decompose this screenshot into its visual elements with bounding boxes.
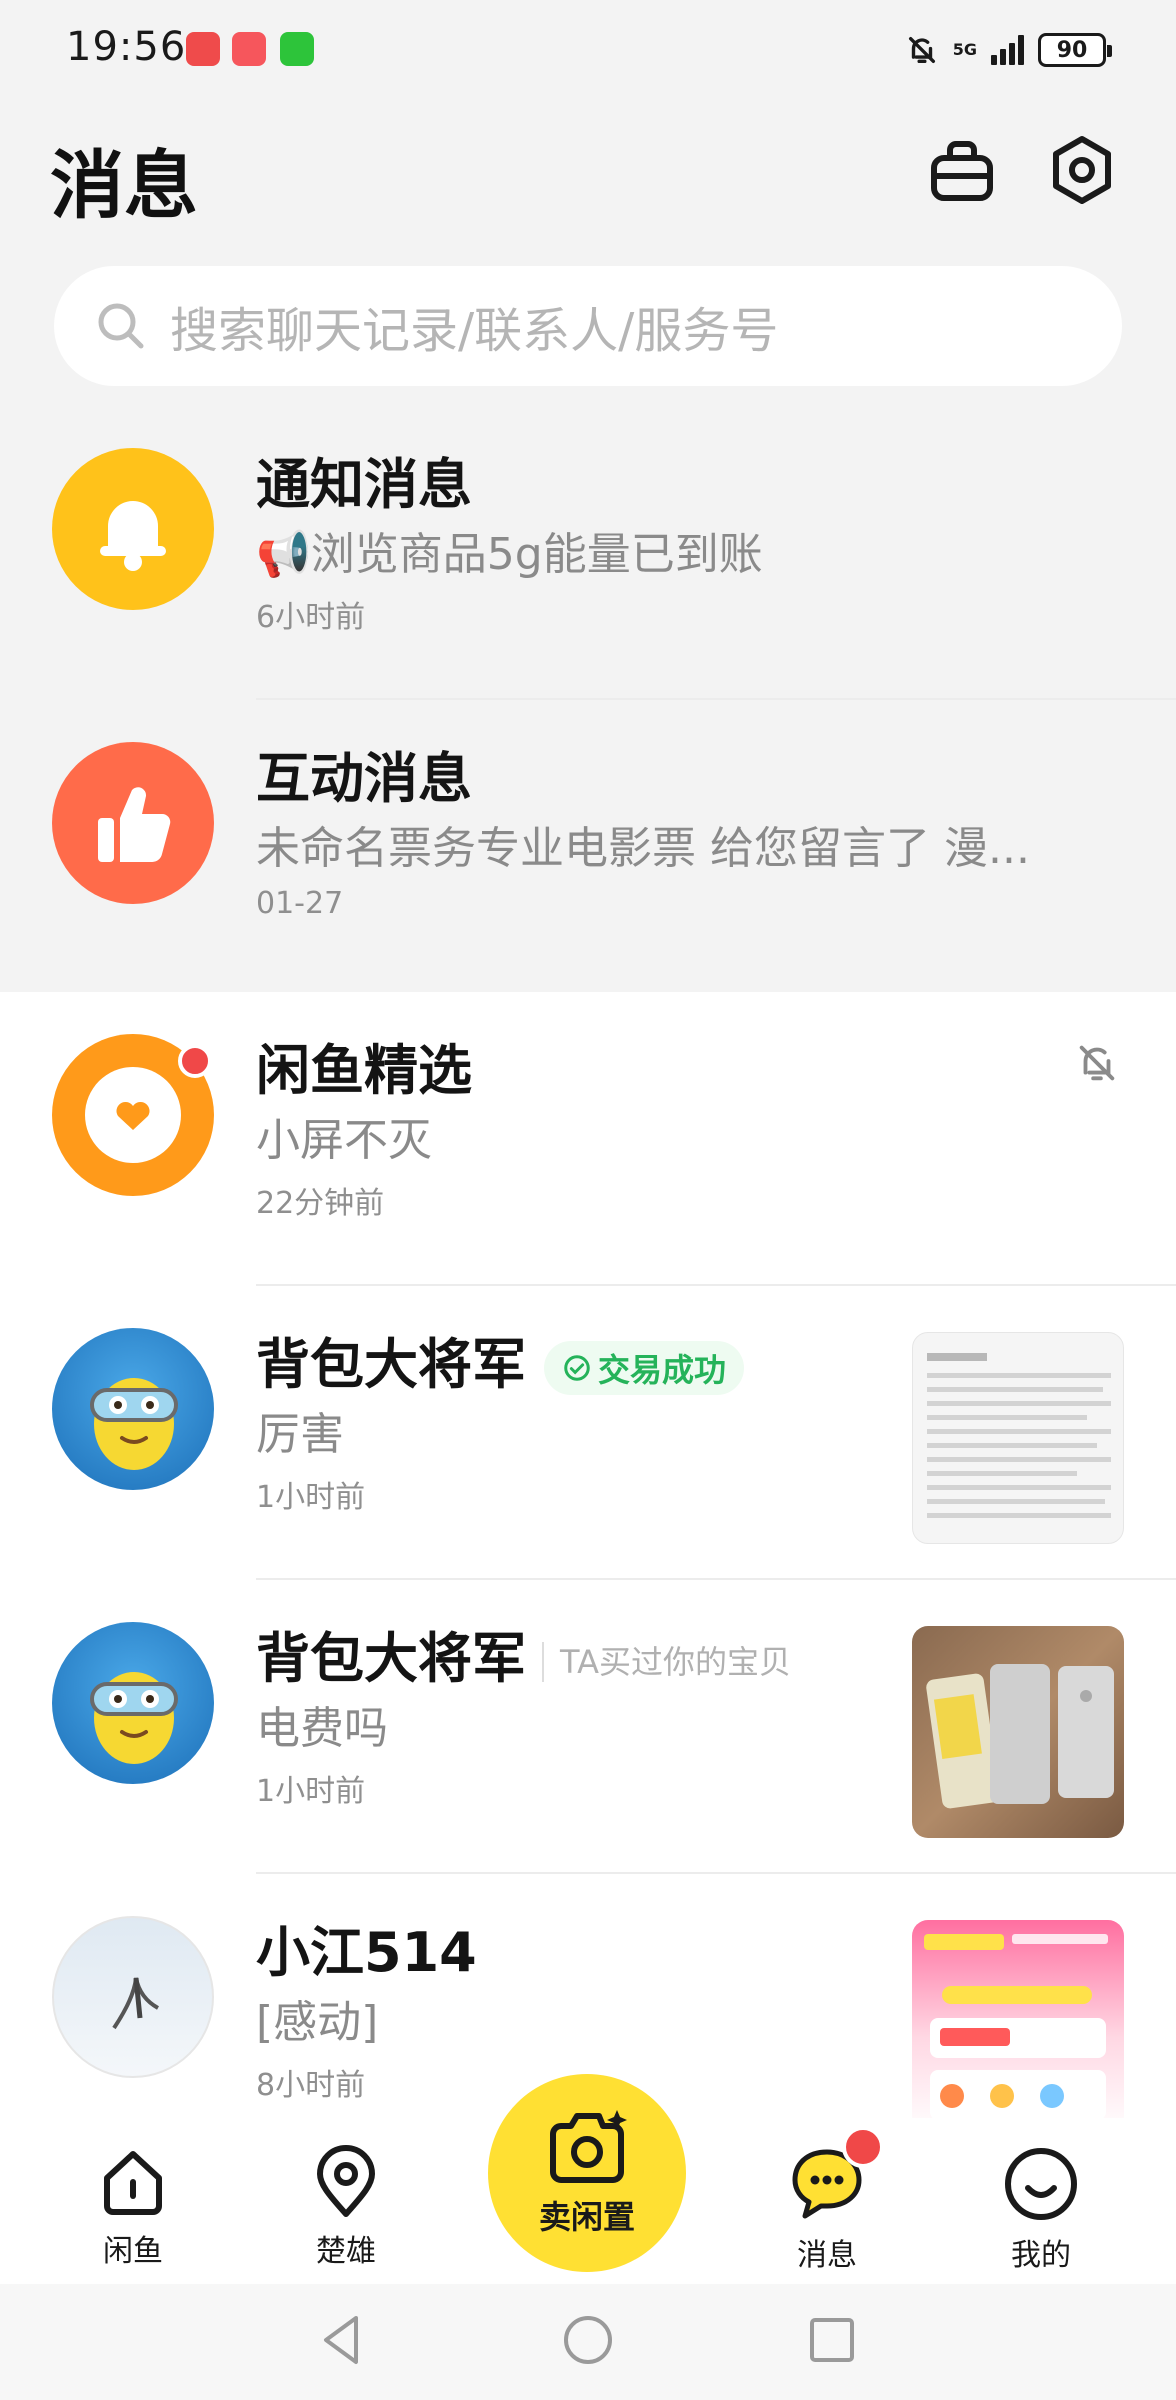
minion-avatar-icon xyxy=(52,1622,214,1784)
search-bar[interactable]: 搜索聊天记录/联系人/服务号 xyxy=(54,266,1122,386)
promo-thumbnail xyxy=(912,1920,1124,2132)
signal-icon xyxy=(991,35,1024,65)
conversation-time: 6小时前 xyxy=(256,600,366,635)
conversation-interactions[interactable]: 互动消息 未命名票务专业电影票 给您留言了 漫... 01-27 xyxy=(0,700,1176,994)
status-bar: 19:56 5G 90 xyxy=(0,0,1176,100)
conversation-time: 01-27 xyxy=(256,886,344,921)
search-icon xyxy=(98,303,144,349)
nav-label: 闲鱼 xyxy=(103,2234,163,2269)
book-app-icon xyxy=(186,32,220,66)
minion-avatar-icon xyxy=(52,1328,214,1490)
conversation-time: 8小时前 xyxy=(256,2068,366,2103)
smile-icon xyxy=(1005,2148,1077,2220)
settings-icon[interactable] xyxy=(1046,134,1118,206)
home-icon xyxy=(104,2151,162,2215)
sell-button[interactable]: 卖闲置 xyxy=(488,2074,686,2272)
conversation-time: 1小时前 xyxy=(256,1774,366,1809)
network-type: 5G xyxy=(952,40,977,59)
check-circle-icon xyxy=(564,1355,590,1382)
home-circle-icon[interactable] xyxy=(558,2310,618,2370)
nav-messages[interactable]: 消息 xyxy=(752,2144,902,2274)
unread-dot xyxy=(178,1044,212,1078)
wechat-app-icon xyxy=(280,32,314,66)
location-icon xyxy=(317,2145,375,2217)
game-app-icon xyxy=(232,32,266,66)
contact-name: 背包大将军 xyxy=(256,1333,526,1396)
document-thumbnail xyxy=(912,1332,1124,1544)
conversation-featured[interactable]: 闲鱼精选 小屏不灭 22分钟前 xyxy=(0,992,1176,1286)
recents-icon[interactable] xyxy=(802,2310,862,2370)
nav-label: 楚雄 xyxy=(316,2234,376,2269)
system-navigation xyxy=(0,2284,1176,2400)
conversation-title: 互动消息 xyxy=(256,747,472,810)
conversation-title: 小江514 xyxy=(256,1921,477,1984)
nav-location[interactable]: 楚雄 xyxy=(271,2144,421,2270)
conversation-message: 📢浏览商品5g能量已到账 xyxy=(256,529,763,580)
battery-icon: 90 xyxy=(1038,33,1112,67)
thumbs-up-icon xyxy=(98,787,171,863)
bell-icon xyxy=(100,501,166,571)
nav-home[interactable]: 闲鱼 xyxy=(58,2144,208,2270)
phones-thumbnail xyxy=(912,1626,1124,1838)
conversation-backpack-general-1[interactable]: 背包大将军 交易成功 厉害 1小时前 xyxy=(0,1286,1176,1580)
conversation-time: 22分钟前 xyxy=(256,1186,385,1221)
messages-unread-dot xyxy=(842,2126,884,2168)
conversation-title: 背包大将军 交易成功 xyxy=(256,1320,745,1399)
conversation-title: 背包大将军 TA买过你的宝贝 xyxy=(256,1614,791,1693)
nav-label: 消息 xyxy=(797,2238,857,2273)
trade-success-label: 交易成功 xyxy=(598,1351,727,1390)
bag-icon[interactable] xyxy=(926,134,998,206)
sell-label: 卖闲置 xyxy=(538,2198,635,2236)
conversation-message: [感动] xyxy=(256,1997,379,2048)
search-placeholder: 搜索聊天记录/联系人/服务号 xyxy=(170,303,779,359)
back-icon[interactable] xyxy=(312,2310,372,2370)
camera-icon xyxy=(550,2110,627,2183)
conversation-message: 电费吗 xyxy=(256,1703,388,1754)
conversation-message: 厉害 xyxy=(256,1409,344,1460)
bell-muted-icon xyxy=(908,36,935,64)
status-icons: 5G 90 xyxy=(905,28,1112,72)
notification-avatar xyxy=(52,448,214,610)
conversation-message: 小屏不灭 xyxy=(256,1115,432,1166)
conversation-notifications[interactable]: 通知消息 📢浏览商品5g能量已到账 6小时前 xyxy=(0,406,1176,700)
nav-me[interactable]: 我的 xyxy=(966,2144,1116,2274)
bought-tag: TA买过你的宝贝 xyxy=(542,1642,791,1683)
conversation-title: 闲鱼精选 xyxy=(256,1039,472,1102)
nav-label: 我的 xyxy=(1011,2238,1071,2273)
page-title: 消息 xyxy=(50,143,198,229)
conversation-time: 1小时前 xyxy=(256,1480,366,1515)
conversation-title: 通知消息 xyxy=(256,453,472,516)
conversation-backpack-general-2[interactable]: 背包大将军 TA买过你的宝贝 电费吗 1小时前 xyxy=(0,1580,1176,1874)
conversation-message: 未命名票务专业电影票 给您留言了 漫... xyxy=(256,823,1030,874)
seagull-avatar-icon xyxy=(52,1916,214,2078)
battery-level: 90 xyxy=(1056,37,1088,63)
status-time: 19:56 xyxy=(66,24,187,70)
contact-name: 背包大将军 xyxy=(256,1627,526,1690)
trade-success-badge: 交易成功 xyxy=(544,1341,745,1396)
interaction-avatar xyxy=(52,742,214,904)
mute-icon xyxy=(1079,1045,1115,1081)
